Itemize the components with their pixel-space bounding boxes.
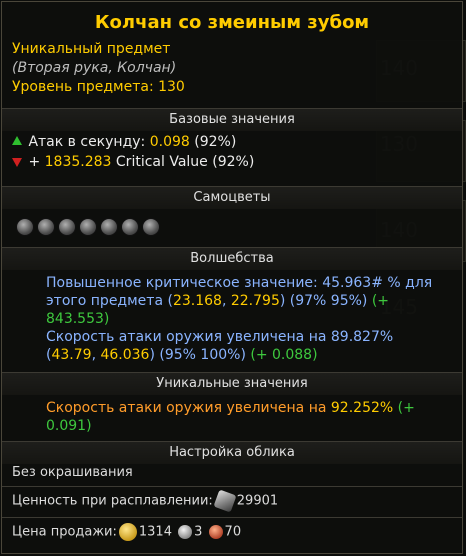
stat-critical-value: + 1835.283 Critical Value (92%) [12,152,254,172]
range-paren: ) [149,347,155,363]
divider [2,517,462,518]
divider [2,486,462,487]
item-level: Уровень предмета: 130 [12,79,185,95]
gem-sockets [16,218,160,236]
stat-percent: (92%) [212,154,255,170]
section-appearance: Настройка облика [2,441,462,464]
dye-status: Без окрашивания [12,465,133,480]
stat-value: 0.098 [149,134,190,150]
section-unique-values: Уникальные значения [2,372,462,395]
range-min: 43.79 [51,347,92,363]
enchantment-bonus: (+ 0.088) [250,347,318,363]
range-max: 22.795 [230,293,280,309]
item-name: Колчан со змеиным зубом [94,12,370,33]
stat-label: Critical Value [115,154,208,170]
salvage-label: Ценность при расплавлении: [12,493,213,509]
gold-coin-icon [118,523,137,541]
gem-socket-icon [142,218,160,236]
range-max: 46.036 [100,347,150,363]
range-paren: ) [279,293,286,309]
enchantment-percent: (97% 95%) [289,293,368,309]
gem-socket-icon [58,218,76,236]
unique-value: 92.252% [330,400,394,416]
enchantment-attack-speed: Скорость атаки оружия увеличена на 89.82… [46,328,446,364]
range-sep: , [221,293,231,309]
gem-socket-icon [100,218,118,236]
section-gems: Самоцветы [2,186,462,209]
unique-text: Скорость атаки оружия увеличена на [46,400,327,416]
gem-socket-icon [79,218,97,236]
gem-socket-icon [121,218,139,236]
section-enchantments: Волшебства [2,247,462,270]
item-rarity: Уникальный предмет [12,41,171,57]
copper-amount: 70 [224,524,242,540]
copper-coin-icon [208,525,223,539]
item-slot: (Вторая рука, Колчан) [12,60,177,76]
item-meta: Уникальный предмет (Вторая рука, Колчан)… [2,40,462,97]
sell-price: Цена продажи: 1314 3 70 [12,523,241,541]
enchantment-text: Скорость атаки оружия увеличена на 89.82… [46,329,394,345]
stat-label: Атак в секунду: [28,134,146,150]
enchantment-crit: Повышенное критическое значение: 45.963#… [46,274,446,328]
silver-coin-icon [178,525,193,539]
sell-label: Цена продажи: [12,524,117,540]
stat-attack-speed: Атак в секунду: 0.098 (92%) [12,132,236,152]
item-tooltip: Колчан со змеиным зубом Уникальный предм… [1,1,463,554]
range-min: 23.168 [172,293,222,309]
gem-socket-icon [37,218,55,236]
stat-value: 1835.283 [44,154,112,170]
silver-amount: 3 [194,524,203,540]
arrow-down-icon [12,158,22,167]
salvage-value: Ценность при расплавлении: 29901 [12,489,279,513]
salvage-amount: 29901 [236,493,279,509]
unique-attack-speed: Скорость атаки оружия увеличена на 92.25… [46,399,446,435]
gold-amount: 1314 [138,524,172,540]
gem-socket-icon [16,218,34,236]
stat-prefix: + [28,154,41,170]
arrow-up-icon [12,136,22,145]
stat-percent: (92%) [194,134,237,150]
crafting-shard-icon [213,489,237,513]
section-base-values: Базовые значения [2,108,462,131]
enchantment-percent: (95% 100%) [159,347,246,363]
